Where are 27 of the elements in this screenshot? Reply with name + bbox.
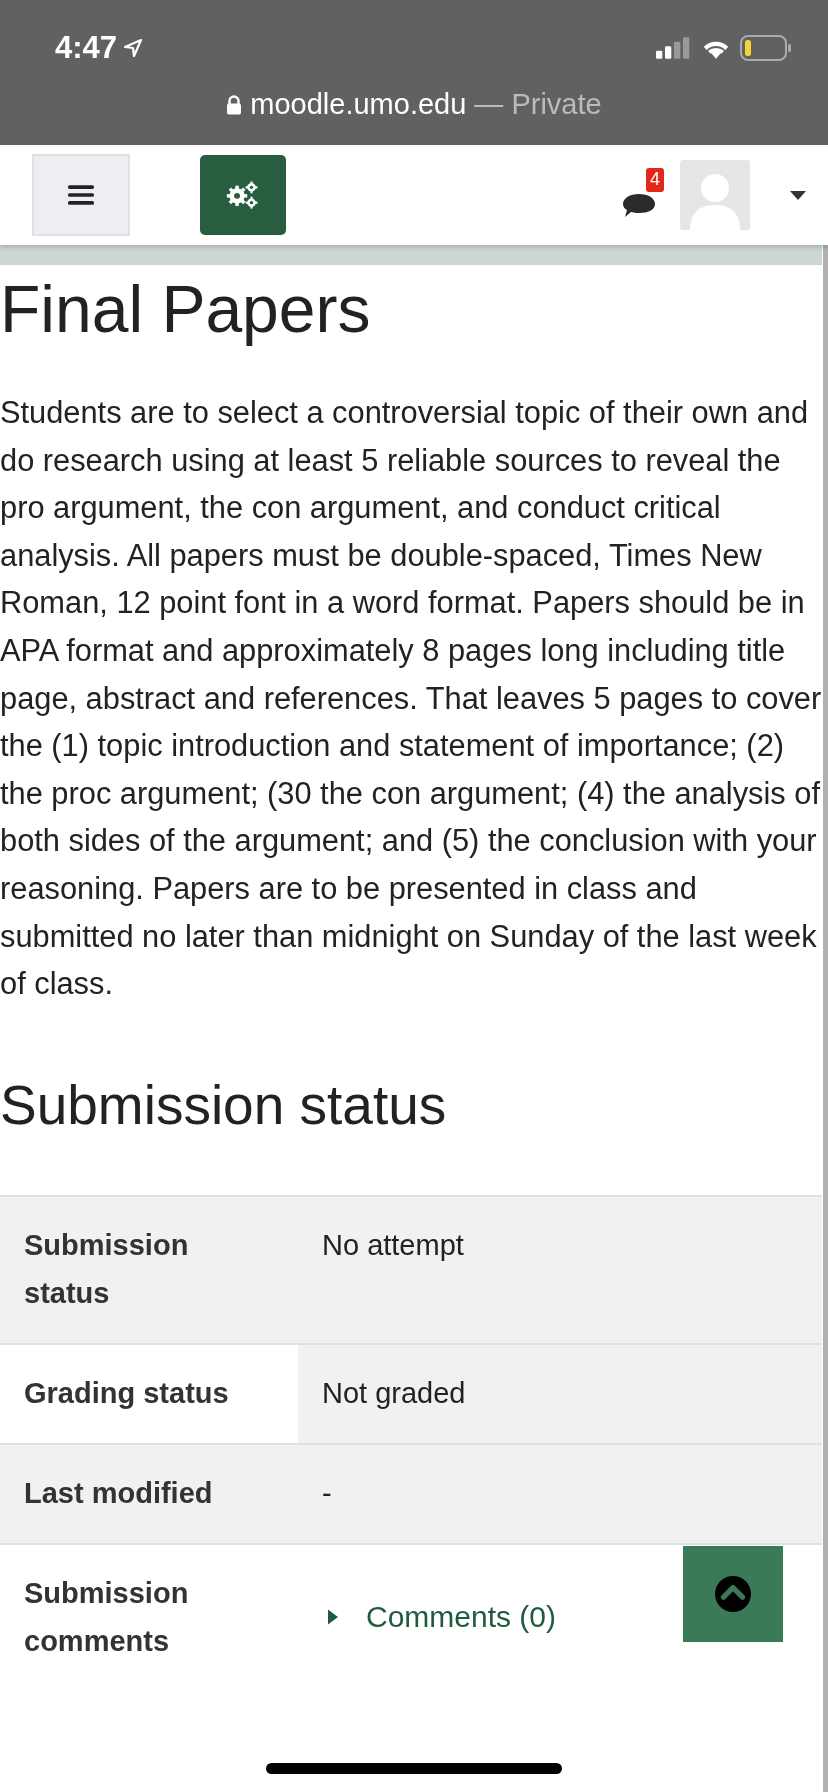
lock-icon xyxy=(226,94,243,115)
notification-badge: 4 xyxy=(646,168,664,192)
clock-time: 4:47 xyxy=(55,30,118,66)
comments-link[interactable]: Comments (0) xyxy=(366,1592,557,1641)
menu-icon xyxy=(68,184,94,206)
settings-button[interactable] xyxy=(200,155,286,235)
back-to-top-button[interactable] xyxy=(683,1546,783,1642)
table-cell: Not graded xyxy=(298,1344,822,1443)
table-header-cell: Last modified xyxy=(0,1444,298,1543)
page-title: Final Papers xyxy=(0,271,372,348)
gears-icon xyxy=(226,180,260,210)
chevron-up-icon xyxy=(715,1576,751,1612)
private-mode-label: — Private xyxy=(474,88,602,121)
menu-button[interactable] xyxy=(32,154,130,236)
table-header-cell-text: Submission comments xyxy=(23,1575,190,1659)
table-cell: No attempt xyxy=(298,1196,822,1343)
expand-triangle-icon[interactable] xyxy=(328,1608,338,1625)
signal-icon xyxy=(656,37,692,59)
table-cell: - xyxy=(298,1444,822,1543)
url-domain[interactable]: moodle.umo.edu xyxy=(250,88,467,121)
caret-icon[interactable] xyxy=(790,190,806,200)
battery-icon xyxy=(740,35,792,61)
location-arrow-icon xyxy=(123,38,144,58)
table-header-cell: Submission status xyxy=(0,1196,298,1343)
assignment-description: Students are to select a controversial topic of their own and do research using at least 5 reliable sources to reveal the pro argument, the con argument, and conduct critical analysis. All papers must be double-spaced, Times New Roman, 12 point font in a word format. Papers should be in APA format and approximately 8 pages long including title page, abstract and references. That leaves 5 pages to cover the (1) topic introduction and statement of importance; (2) the proc argument; (30 the con argument; (4) the analysis of both sides of the argument; and (5) the conclusion with your reasoning. Papers are to be presented in class and submitted no later than midnight on Sunday of the last week of class. xyxy=(0,394,822,1004)
table-header-cell-text: Grading status xyxy=(23,1375,230,1411)
section-heading: Submission status xyxy=(0,1072,448,1138)
